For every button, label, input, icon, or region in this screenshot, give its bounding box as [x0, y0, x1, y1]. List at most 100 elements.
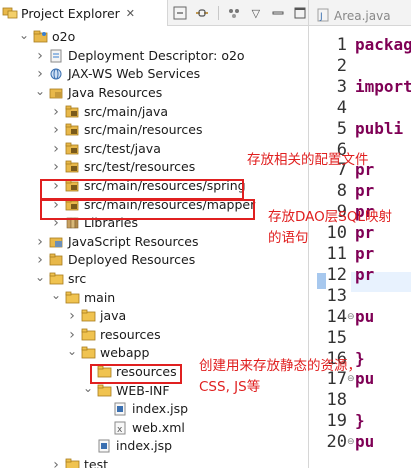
code-line[interactable]: pu — [355, 432, 374, 451]
svg-text:x: x — [117, 425, 123, 435]
view-menu-icon[interactable]: ▽ — [247, 5, 264, 22]
tab-area-java[interactable]: J Area.java — [313, 6, 395, 26]
source-folder-icon — [65, 142, 80, 156]
xml-file-icon: x — [113, 421, 128, 435]
tree-item-label: web.xml — [132, 419, 185, 435]
tree-item[interactable]: ⌄ main — [50, 288, 115, 307]
tree-item[interactable]: index.jsp — [98, 400, 188, 419]
java-resources-icon — [49, 86, 64, 100]
tree-item-label: JavaScript Resources — [68, 233, 199, 249]
folder-icon — [81, 328, 96, 342]
chevron-right-icon[interactable]: › — [50, 159, 62, 175]
tree-item[interactable]: › test — [50, 456, 108, 468]
chevron-right-icon[interactable]: › — [50, 104, 62, 120]
tree-item-label: WEB-INF — [116, 382, 170, 398]
chevron-down-icon[interactable]: ⌄ — [50, 288, 62, 302]
chevron-down-icon[interactable]: ⌄ — [34, 270, 46, 284]
tree-item-label: src/main/java — [84, 103, 169, 119]
highlight-box-webapp-resources — [90, 364, 182, 384]
code-line[interactable]: pr — [355, 265, 374, 284]
tree-item[interactable]: › JavaScript Resources — [34, 233, 198, 252]
tree-item[interactable]: › src/main/java — [50, 102, 168, 121]
filter-icon[interactable] — [226, 5, 243, 22]
close-icon[interactable]: ✕ — [126, 7, 135, 20]
chevron-right-icon[interactable]: › — [50, 141, 62, 157]
tree-item[interactable]: index.jsp — [82, 437, 172, 456]
chevron-right-icon[interactable]: › — [50, 122, 62, 138]
tree-item[interactable]: › JAX-WS Web Services — [34, 65, 200, 84]
annotation-static-resources-line2: CSS, JS等 — [199, 379, 261, 395]
code-line[interactable]: pr — [355, 181, 374, 200]
tree-item[interactable]: ⌄ o2o — [18, 28, 75, 47]
annotation-dao-sql-line2: 的语句 — [268, 230, 309, 246]
tree-item-label: Java Resources — [68, 85, 163, 101]
tree-item[interactable]: x web.xml — [98, 419, 185, 438]
code-line[interactable]: publi — [355, 119, 403, 138]
line-number: 13 — [326, 285, 347, 306]
line-number: 2 — [336, 55, 347, 76]
code-line[interactable]: pu — [355, 307, 374, 326]
chevron-down-icon[interactable]: ⌄ — [34, 84, 46, 98]
java-file-icon: J — [317, 8, 330, 25]
link-with-editor-icon[interactable] — [194, 5, 211, 22]
editor-tab-bar: J Area.java — [309, 0, 411, 26]
code-line[interactable]: packag — [355, 35, 411, 54]
tree-item-label: src — [68, 271, 87, 287]
tree-item[interactable]: › java — [66, 307, 126, 326]
line-number-gutter: 1 2 3 4 5 6 7 8 9 10 11 12 13 14 ⊖ 15 16 17 ⊖ 18 19 20 ⊖ — [309, 26, 355, 468]
chevron-right-icon[interactable]: › — [66, 308, 78, 324]
tree-item-label: Deployed Resources — [68, 252, 196, 268]
tree-item[interactable]: ⌄ webapp — [66, 344, 149, 363]
tree-item[interactable]: › Deployed Resources — [34, 251, 195, 270]
fold-toggle-icon[interactable]: ⊖ — [347, 312, 355, 322]
annotation-config-files: 存放相关的配置文件 — [247, 152, 369, 168]
collapse-all-icon[interactable] — [172, 5, 189, 22]
source-folder-icon — [65, 123, 80, 137]
tree-item-label: java — [100, 308, 127, 324]
tree-item[interactable]: › Deployment Descriptor: o2o — [34, 47, 245, 66]
chevron-right-icon[interactable]: › — [50, 457, 62, 468]
line-number: 8 — [336, 181, 347, 202]
tree-item-label: Deployment Descriptor: o2o — [68, 47, 245, 63]
annotation-static-resources-line1: 创建用来存放静态的资源， — [199, 358, 361, 374]
tree-item[interactable]: › resources — [66, 326, 160, 345]
tree-item[interactable]: › src/test/java — [50, 140, 161, 159]
fold-toggle-icon[interactable]: ⊖ — [347, 437, 355, 447]
code-line[interactable]: pr — [355, 244, 374, 263]
folder-icon — [97, 384, 112, 398]
tree-item[interactable]: › src/test/resources — [50, 158, 195, 177]
tree-item[interactable]: › src/main/resources — [50, 121, 202, 140]
line-number: 12 — [326, 264, 347, 285]
chevron-right-icon[interactable]: › — [34, 48, 46, 64]
chevron-down-icon[interactable]: ⌄ — [66, 344, 78, 358]
line-number: 11 — [326, 244, 347, 264]
code-line[interactable]: } — [355, 411, 365, 430]
folder-icon — [65, 291, 80, 305]
chevron-right-icon[interactable]: › — [66, 327, 78, 343]
editor-tab-title: Area.java — [334, 9, 391, 23]
line-number: 4 — [336, 97, 347, 118]
jsp-file-icon — [113, 402, 128, 416]
minimize-icon[interactable] — [269, 5, 286, 22]
line-number: 1 — [336, 35, 347, 55]
tab-project-explorer[interactable]: Project Explorer ✕ — [0, 0, 168, 26]
jsp-file-icon — [97, 439, 112, 453]
folder-icon — [81, 346, 96, 360]
folder-icon — [81, 309, 96, 323]
tree-item[interactable]: ⌄ Java Resources — [34, 84, 162, 103]
chevron-down-icon[interactable]: ⌄ — [18, 28, 30, 42]
tree-item[interactable]: ⌄ src — [34, 270, 86, 289]
folder-icon — [49, 272, 64, 286]
tree-item[interactable]: ⌄ WEB-INF — [82, 381, 170, 400]
source-folder-icon — [65, 160, 80, 174]
chevron-right-icon[interactable]: › — [34, 66, 46, 82]
chevron-right-icon[interactable]: › — [34, 234, 46, 250]
tree-item-label: src/test/resources — [84, 159, 196, 175]
code-line[interactable]: import — [355, 77, 411, 96]
deployed-resources-icon — [49, 253, 64, 267]
chevron-right-icon[interactable]: › — [34, 252, 46, 268]
maximize-icon[interactable] — [291, 5, 308, 22]
project-explorer-icon — [2, 4, 18, 23]
